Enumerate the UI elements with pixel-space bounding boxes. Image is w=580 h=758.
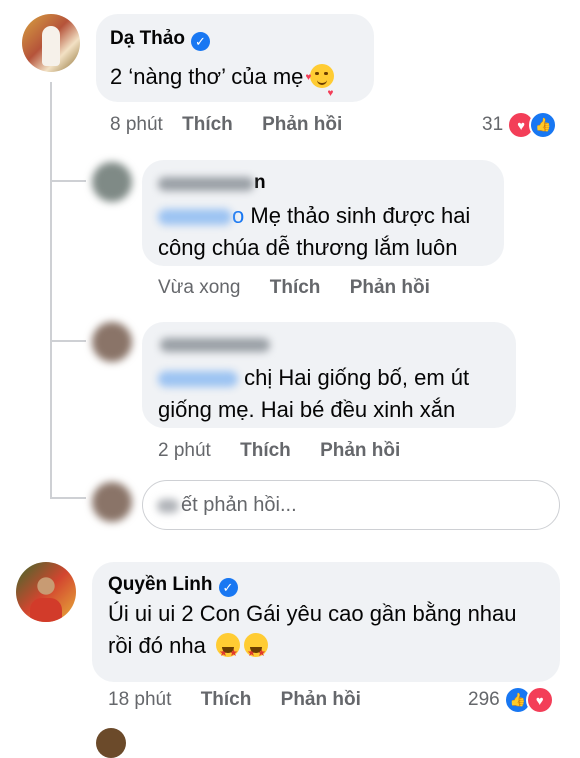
reaction-summary[interactable]: 31 ♥ 👍 (482, 111, 558, 139)
thread-branch (50, 497, 86, 499)
avatar (92, 482, 132, 522)
love-reaction-icon: ♥ (525, 686, 554, 714)
timestamp[interactable]: 18 phút (108, 689, 171, 710)
author-name-blurred (158, 176, 254, 191)
timestamp[interactable]: 2 phút (158, 440, 211, 461)
reply-button[interactable]: Phản hồi (320, 440, 400, 461)
verified-badge-icon: ✓ (218, 578, 238, 597)
reply-meta: 2 phút Thích Phản hồi (158, 440, 400, 462)
reply-placeholder: ết phản hồi... (181, 494, 297, 516)
comment-meta: 18 phút Thích Phản hồi (108, 689, 361, 711)
mention-blurred[interactable] (158, 209, 232, 226)
like-button[interactable]: Thích (270, 277, 321, 298)
like-button[interactable]: Thích (182, 114, 233, 135)
comment-meta: 8 phút Thích Phản hồi (110, 114, 342, 136)
smiling-face-with-hearts-icon: ♥ ♥ (306, 64, 334, 99)
reaction-count: 296 (468, 689, 500, 710)
thread-line (50, 82, 52, 497)
thread-branch (50, 340, 86, 342)
comment-text: Úi ui ui 2 Con Gái yêu cao gần bằng nhau… (108, 601, 517, 659)
placeholder-blurred (157, 499, 179, 513)
author-name[interactable]: Dạ Thảo (110, 28, 185, 49)
timestamp[interactable]: 8 phút (110, 114, 163, 135)
reaction-summary[interactable]: 296 👍 ♥ (468, 686, 554, 714)
comment-text: 2 ‘nàng thơ’ của mẹ ♥ ♥ (110, 64, 334, 99)
reply-input[interactable]: ết phản hồi... (142, 480, 560, 530)
like-button[interactable]: Thích (240, 440, 291, 461)
like-reaction-icon: 👍 (529, 111, 558, 139)
avatar-figure (42, 26, 60, 66)
comment-author[interactable]: Quyền Linh ✓ (108, 574, 238, 597)
avatar[interactable] (92, 322, 132, 362)
reply-text: o Mẹ thảo sinh được hai công chúa dễ thư… (158, 203, 471, 260)
author-name-tail: n (254, 172, 266, 193)
reaction-count: 31 (482, 114, 504, 135)
avatar[interactable] (16, 562, 76, 622)
reply-meta: Vừa xong Thích Phản hồi (158, 277, 430, 299)
timestamp[interactable]: Vừa xong (158, 277, 240, 298)
avatar (96, 728, 126, 758)
thread-branch (50, 180, 86, 182)
mention-blurred[interactable] (158, 371, 238, 388)
reply-button[interactable]: Phản hồi (281, 689, 361, 710)
star-struck-icon: ★ ★ (215, 633, 240, 659)
star-struck-icon: ★ ★ (243, 633, 268, 659)
author-name[interactable]: Quyền Linh (108, 574, 213, 595)
verified-badge-icon: ✓ (190, 32, 210, 51)
reply-button[interactable]: Phản hồi (262, 114, 342, 135)
reply-button[interactable]: Phản hồi (350, 277, 430, 298)
reply-author[interactable]: n (158, 172, 266, 194)
mention-tail[interactable]: o (232, 203, 244, 228)
avatar-figure (30, 598, 62, 622)
reply-text: chị Hai giống bố, em út giống mẹ. Hai bé… (158, 365, 470, 422)
like-button[interactable]: Thích (201, 689, 252, 710)
comment-author[interactable]: Dạ Thảo ✓ (110, 28, 210, 51)
avatar[interactable] (22, 14, 80, 72)
author-name-blurred[interactable] (160, 338, 270, 352)
avatar[interactable] (92, 162, 132, 202)
